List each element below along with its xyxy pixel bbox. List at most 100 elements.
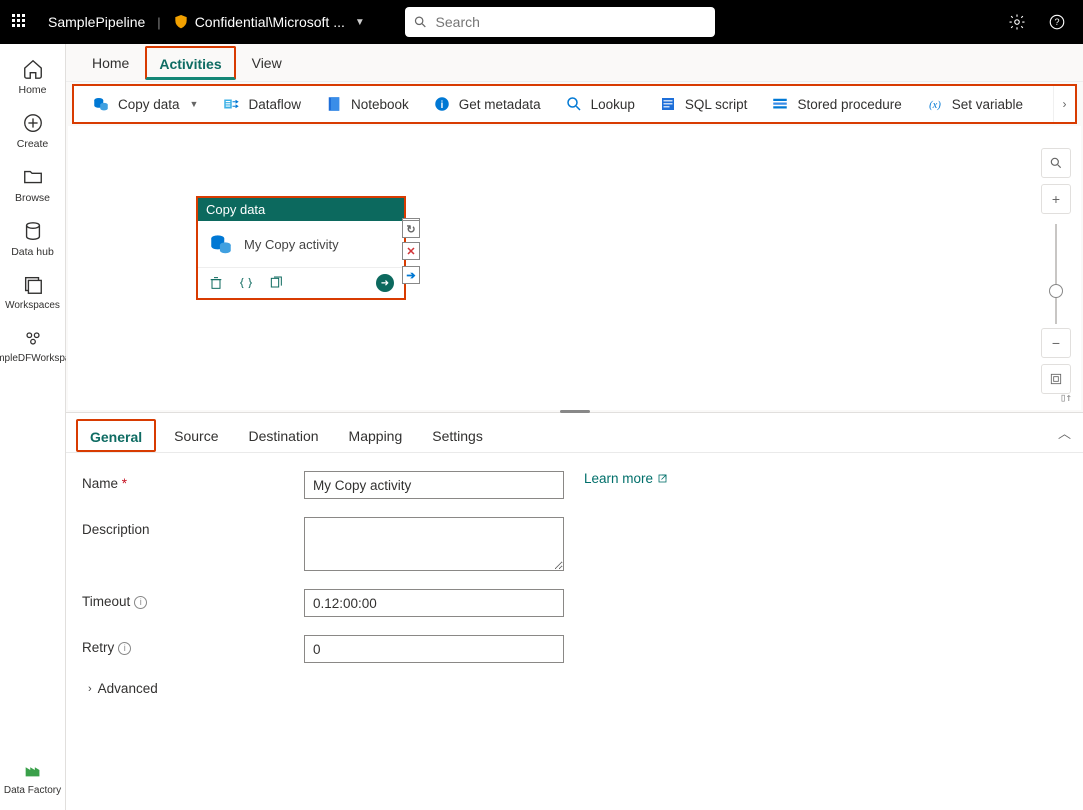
- sql-icon: [659, 95, 677, 113]
- tool-dataflow[interactable]: Dataflow: [210, 91, 313, 117]
- retry-input[interactable]: [304, 635, 564, 663]
- notebook-icon: [325, 95, 343, 113]
- setvar-icon: (x): [926, 95, 944, 113]
- tool-get-metadata[interactable]: i Get metadata: [421, 91, 553, 117]
- tab-view[interactable]: View: [240, 47, 294, 79]
- fit-icon: [1049, 372, 1063, 386]
- toolbar-scroll-right[interactable]: ›: [1053, 86, 1075, 122]
- app-launcher-icon[interactable]: [12, 14, 28, 30]
- tool-label: Dataflow: [248, 97, 301, 112]
- description-input[interactable]: [304, 517, 564, 571]
- learn-more-link[interactable]: Learn more: [584, 471, 669, 486]
- delete-icon[interactable]: [208, 275, 224, 291]
- activity-card-copy-data[interactable]: Copy data My Copy activity ➜ ↻ ✓ ✕ ➔: [196, 196, 406, 300]
- rail-datahub[interactable]: Data hub: [3, 214, 63, 264]
- pipeline-name: SamplePipeline: [48, 14, 145, 30]
- timeout-input[interactable]: [304, 589, 564, 617]
- activity-name: My Copy activity: [244, 237, 339, 252]
- tool-notebook[interactable]: Notebook: [313, 91, 421, 117]
- zoom-slider[interactable]: [1055, 224, 1057, 324]
- advanced-label: Advanced: [98, 681, 158, 696]
- workspace-picker[interactable]: Confidential\Microsoft ... ▼: [173, 14, 365, 30]
- field-retry-row: Retryi: [82, 635, 1067, 663]
- prop-tab-settings[interactable]: Settings: [420, 420, 495, 452]
- canvas-search-button[interactable]: [1041, 148, 1071, 178]
- home-icon: [22, 58, 44, 80]
- settings-button[interactable]: [1003, 8, 1031, 36]
- tab-home[interactable]: Home: [80, 47, 141, 79]
- property-pane: General Source Destination Mapping Setti…: [66, 412, 1083, 810]
- activity-card-header: Copy data: [198, 198, 404, 221]
- field-name-row: Name * Learn more: [82, 471, 1067, 499]
- run-icon[interactable]: ➜: [376, 274, 394, 292]
- code-braces-icon[interactable]: [238, 275, 254, 291]
- pane-splitter[interactable]: [66, 410, 1083, 412]
- tool-set-variable[interactable]: (x) Set variable: [914, 91, 1035, 117]
- field-timeout-row: Timeouti: [82, 589, 1067, 617]
- search-input[interactable]: [436, 14, 707, 30]
- create-icon: [22, 112, 44, 134]
- retry-label: Retryi: [82, 635, 292, 655]
- tool-lookup[interactable]: Lookup: [553, 91, 647, 117]
- proc-icon: [771, 95, 789, 113]
- tool-copy-data[interactable]: Copy data ▼: [80, 91, 210, 117]
- prop-tab-mapping[interactable]: Mapping: [337, 420, 415, 452]
- data-factory-icon: [22, 759, 44, 781]
- rail-label: Data hub: [11, 246, 54, 258]
- tool-stored-procedure[interactable]: Stored procedure: [759, 91, 913, 117]
- gear-icon: [1008, 13, 1026, 31]
- tab-activities[interactable]: Activities: [145, 46, 235, 80]
- rail-label: Workspaces: [5, 300, 60, 311]
- chevron-right-icon: ›: [1063, 97, 1067, 111]
- zoom-slider-thumb[interactable]: [1049, 284, 1063, 298]
- rail-create[interactable]: Create: [3, 106, 63, 156]
- svg-text:(x): (x): [929, 100, 941, 111]
- zoom-in-button[interactable]: +: [1041, 184, 1071, 214]
- chevron-up-icon: ︿: [1058, 426, 1071, 441]
- tool-label: Copy data: [118, 97, 180, 112]
- prop-tab-source[interactable]: Source: [162, 420, 230, 452]
- skip-badge-icon[interactable]: ➔: [402, 266, 420, 284]
- retry-badge-icon[interactable]: ↻: [402, 220, 420, 238]
- chevron-down-icon: ▼: [355, 17, 365, 28]
- chevron-right-icon: ›: [88, 683, 92, 695]
- rail-browse[interactable]: Browse: [3, 160, 63, 210]
- help-icon: ?: [1048, 13, 1066, 31]
- rail-home[interactable]: Home: [3, 52, 63, 102]
- chevron-down-icon: ▼: [190, 99, 199, 109]
- global-search[interactable]: [405, 7, 715, 37]
- canvas-controls: + −: [1041, 148, 1071, 400]
- info-icon[interactable]: i: [118, 642, 131, 655]
- advanced-toggle[interactable]: › Advanced: [88, 681, 1067, 696]
- datahub-icon: [22, 220, 44, 242]
- left-nav-rail: Home Create Browse Data hub Workspaces S…: [0, 44, 66, 810]
- zoom-out-button[interactable]: −: [1041, 328, 1071, 358]
- property-tabs: General Source Destination Mapping Setti…: [66, 413, 1083, 453]
- tool-label: Stored procedure: [797, 97, 901, 112]
- prop-tab-general[interactable]: General: [76, 419, 156, 452]
- pipeline-canvas[interactable]: Copy data My Copy activity ➜ ↻ ✓ ✕ ➔: [68, 126, 1081, 410]
- failure-badge-icon[interactable]: ✕: [402, 242, 420, 260]
- search-icon: [413, 14, 428, 30]
- external-link-icon: [657, 473, 669, 485]
- field-description-row: Description: [82, 517, 1067, 571]
- clone-icon[interactable]: [268, 275, 284, 291]
- fit-to-screen-button[interactable]: [1041, 364, 1071, 394]
- name-input[interactable]: [304, 471, 564, 499]
- tool-sql-script[interactable]: SQL script: [647, 91, 760, 117]
- tool-label: Lookup: [591, 97, 635, 112]
- prop-tab-destination[interactable]: Destination: [237, 420, 331, 452]
- svg-text:?: ?: [1054, 17, 1059, 27]
- help-button[interactable]: ?: [1043, 8, 1071, 36]
- info-icon[interactable]: i: [134, 596, 147, 609]
- activity-card-footer: ➜: [198, 268, 404, 298]
- rail-data-factory[interactable]: Data Factory: [3, 753, 63, 802]
- canvas-resize-handle[interactable]: ▯↑: [1060, 391, 1071, 404]
- folder-icon: [22, 166, 44, 188]
- rail-workspaces[interactable]: Workspaces: [3, 268, 63, 317]
- workspace-label: Confidential\Microsoft ...: [195, 14, 345, 30]
- collapse-pane-button[interactable]: ︿: [1058, 423, 1071, 442]
- rail-sample-workspace[interactable]: SampleDFWorkspace: [3, 321, 63, 370]
- name-label: Name *: [82, 471, 292, 491]
- rail-label: Create: [17, 138, 49, 150]
